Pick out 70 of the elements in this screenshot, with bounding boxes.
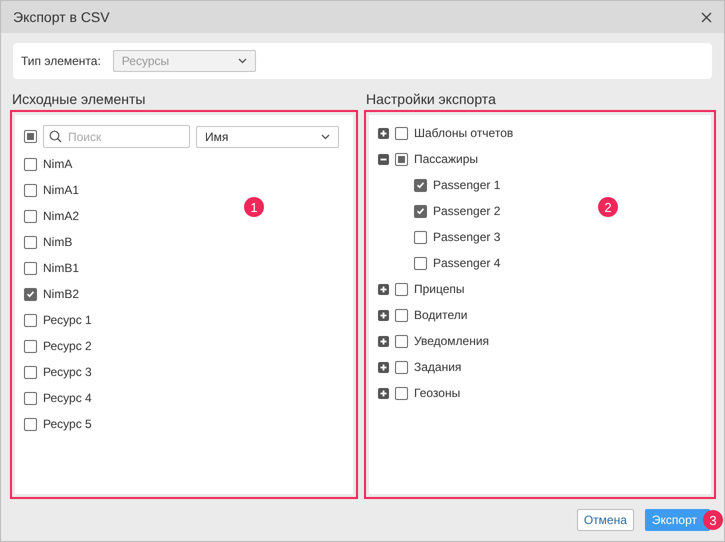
- field-label: Тип элемента:: [21, 54, 101, 68]
- tree-node-label: Шаблоны отчетов: [414, 126, 514, 140]
- item-label: Ресурс 3: [43, 365, 92, 379]
- item-label: Ресурс 1: [43, 313, 92, 327]
- item-label: NimA1: [43, 183, 80, 197]
- checkbox[interactable]: [24, 366, 37, 378]
- checkbox[interactable]: [24, 262, 37, 274]
- tree-node-label: Passenger 3: [433, 230, 500, 244]
- checkbox[interactable]: [24, 130, 37, 143]
- item-label: Ресурс 5: [43, 417, 92, 431]
- plus-box-icon[interactable]: [378, 362, 389, 372]
- checkmark-icon: [26, 290, 35, 298]
- checkbox[interactable]: [24, 340, 37, 352]
- tree-node-label: Passenger 1: [433, 178, 500, 192]
- checkbox[interactable]: [24, 184, 37, 196]
- callout-badge: 1: [244, 197, 264, 217]
- search-icon: [49, 130, 62, 143]
- item-label: NimB: [43, 235, 72, 249]
- close-icon[interactable]: [701, 12, 712, 22]
- checkbox[interactable]: [24, 288, 37, 300]
- checkbox[interactable]: [395, 360, 408, 374]
- tree-node-label: Задания: [414, 360, 462, 374]
- checkbox[interactable]: [395, 126, 408, 140]
- window-title: Экспорт в CSV: [13, 9, 110, 25]
- checkbox[interactable]: [395, 282, 408, 296]
- checkbox[interactable]: [24, 236, 37, 248]
- section-title: Исходные элементы: [12, 91, 146, 107]
- item-label: NimA: [43, 157, 72, 171]
- tree-node-label: Геозоны: [414, 386, 460, 400]
- callout-badge: 2: [598, 197, 618, 217]
- checkbox[interactable]: [395, 334, 408, 348]
- checkbox[interactable]: [24, 392, 37, 404]
- checkbox[interactable]: [414, 256, 427, 270]
- plus-box-icon[interactable]: [378, 284, 389, 294]
- tree-node-label: Уведомления: [414, 334, 490, 348]
- plus-box-icon[interactable]: [378, 336, 389, 346]
- sort-dropdown[interactable]: Имя: [196, 126, 339, 148]
- export-button[interactable]: Экспорт: [644, 509, 710, 531]
- plus-box-icon[interactable]: [378, 128, 389, 138]
- callout-badge: 3: [703, 510, 723, 530]
- checkbox[interactable]: [414, 178, 427, 192]
- item-label: NimB2: [43, 287, 80, 301]
- section-title: Настройки экспорта: [366, 91, 496, 107]
- checkmark-icon: [416, 207, 425, 215]
- checkmark-icon: [416, 181, 425, 189]
- tree-node-label: Пассажиры: [414, 152, 478, 166]
- checkbox[interactable]: [414, 230, 427, 244]
- checkbox[interactable]: [395, 386, 408, 400]
- chevron-down-icon: [238, 58, 247, 64]
- search-field[interactable]: Поиск: [43, 125, 190, 148]
- checkbox[interactable]: [24, 314, 37, 326]
- checkbox[interactable]: [395, 308, 408, 322]
- checkbox[interactable]: [24, 418, 37, 430]
- plus-box-icon[interactable]: [378, 388, 389, 398]
- checkbox[interactable]: [395, 152, 408, 166]
- item-label: NimA2: [43, 209, 80, 223]
- item-label: NimB1: [43, 261, 80, 275]
- cancel-button[interactable]: Отмена: [576, 509, 634, 531]
- plus-box-icon[interactable]: [378, 310, 389, 320]
- tree-node-label: Passenger 2: [433, 204, 500, 218]
- chevron-down-icon: [321, 134, 330, 140]
- tree-node-label: Прицепы: [414, 282, 465, 296]
- item-label: Ресурс 4: [43, 391, 92, 405]
- tree-node-label: Водители: [414, 308, 468, 322]
- checkbox[interactable]: [24, 158, 37, 170]
- item-label: Ресурс 2: [43, 339, 92, 353]
- minus-box-icon[interactable]: [378, 154, 389, 164]
- checkbox[interactable]: [414, 204, 427, 218]
- checkbox[interactable]: [24, 210, 37, 222]
- tree-node-label: Passenger 4: [433, 256, 500, 270]
